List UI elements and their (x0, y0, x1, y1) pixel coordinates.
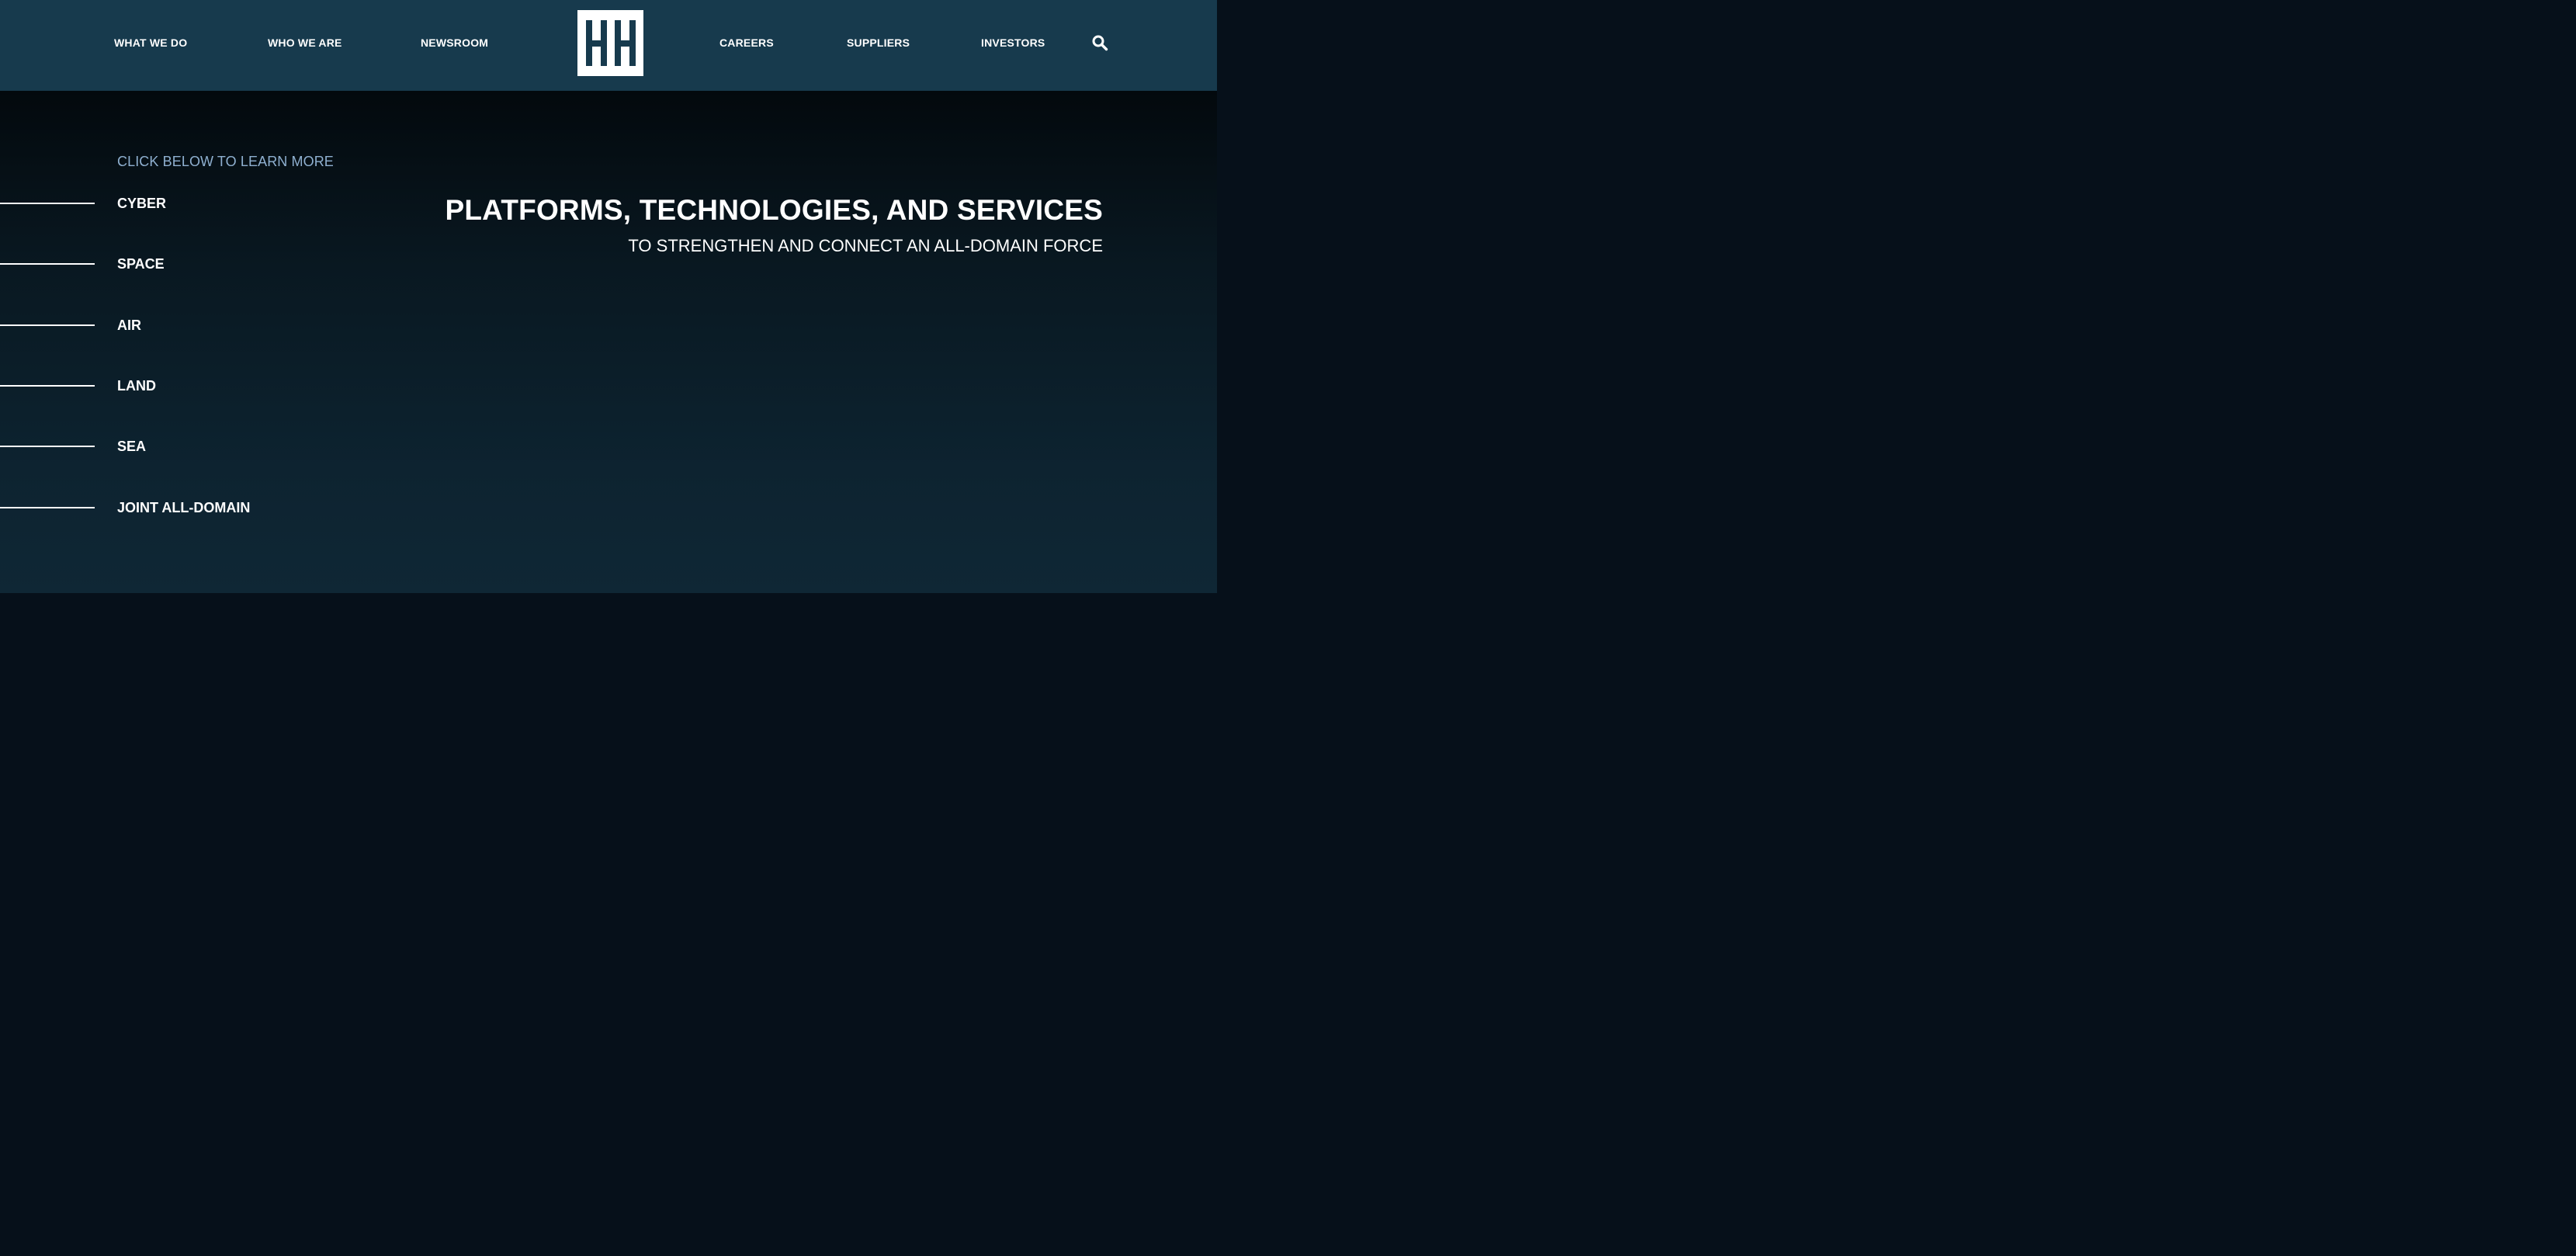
domain-intro-text: CLICK BELOW TO LEARN MORE (117, 154, 334, 169)
domain-item-sea[interactable]: SEA (0, 438, 326, 455)
domain-label: CYBER (117, 196, 167, 211)
nav-careers[interactable]: CAREERS (719, 35, 774, 50)
hero-title: PLATFORMS, TECHNOLOGIES, AND SERVICES (445, 194, 1103, 226)
search-icon (1092, 35, 1108, 51)
domain-rule (0, 263, 95, 265)
domain-label: AIR (117, 317, 141, 333)
domain-rule (0, 324, 95, 326)
page: WHAT WE DO WHO WE ARE NEWSROOM CAREERS S… (0, 0, 1217, 593)
nav-who-we-are[interactable]: WHO WE ARE (268, 35, 342, 50)
search-button[interactable] (1091, 34, 1108, 51)
hero-subtitle: TO STRENGTHEN AND CONNECT AN ALL-DOMAIN … (628, 236, 1103, 255)
domain-rule (0, 507, 95, 508)
site-header: WHAT WE DO WHO WE ARE NEWSROOM CAREERS S… (0, 0, 1217, 91)
domain-label: JOINT ALL-DOMAIN (117, 500, 251, 515)
domain-item-air[interactable]: AIR (0, 317, 326, 334)
nav-suppliers[interactable]: SUPPLIERS (847, 35, 910, 50)
nav-investors[interactable]: INVESTORS (981, 35, 1045, 50)
domain-rule (0, 446, 95, 447)
company-logo[interactable] (577, 10, 643, 76)
domain-item-cyber[interactable]: CYBER (0, 195, 326, 212)
domain-rule (0, 203, 95, 204)
domain-label: LAND (117, 378, 156, 394)
domain-label: SEA (117, 439, 147, 454)
hero-section: CLICK BELOW TO LEARN MORE CYBER SPACE AI… (0, 91, 1217, 593)
domain-item-land[interactable]: LAND (0, 377, 326, 394)
domain-item-joint-all-domain[interactable]: JOINT ALL-DOMAIN (0, 499, 326, 516)
domain-item-space[interactable]: SPACE (0, 255, 326, 272)
company-logo-hh-icon (586, 20, 636, 66)
domain-label: SPACE (117, 256, 165, 272)
domain-rule (0, 385, 95, 387)
nav-newsroom[interactable]: NEWSROOM (421, 35, 488, 50)
nav-what-we-do[interactable]: WHAT WE DO (114, 35, 187, 50)
